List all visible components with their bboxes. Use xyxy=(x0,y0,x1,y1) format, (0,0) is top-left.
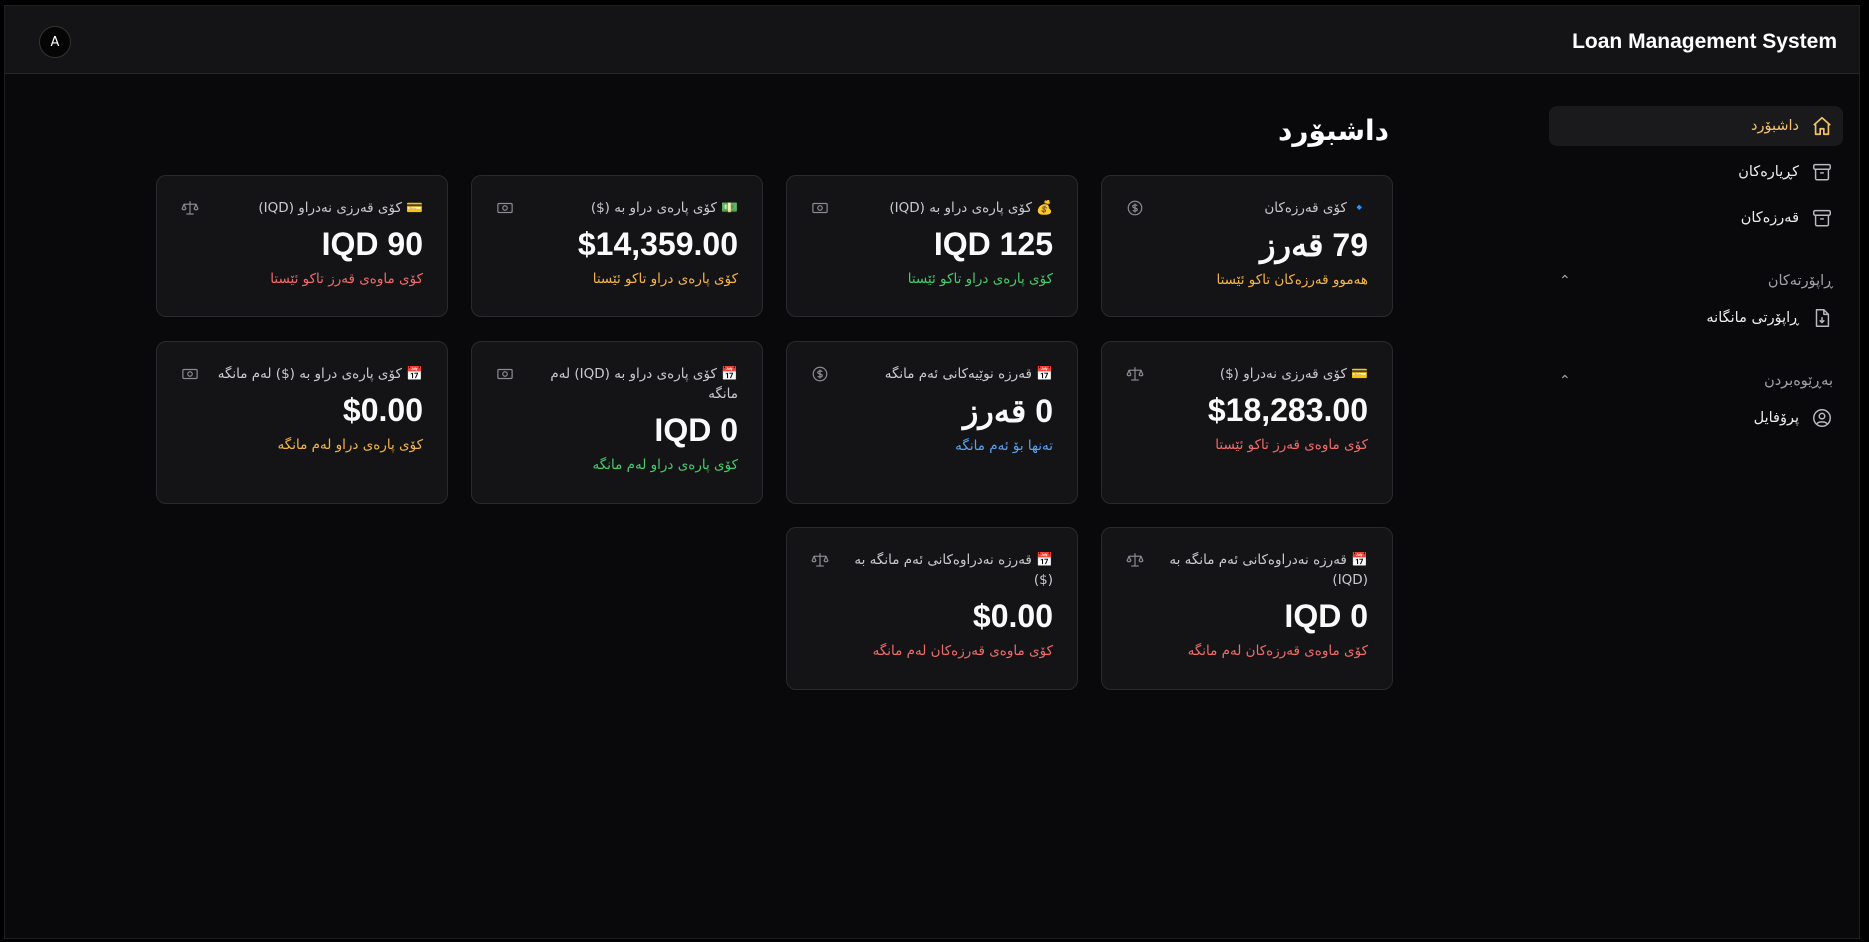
page-title: داشبۆرد xyxy=(1278,114,1389,147)
scale-icon xyxy=(1126,551,1144,569)
card-subtitle: کۆی ماوەی قەرزەکان لەم مانگە xyxy=(872,643,1053,659)
card-paid-iqd-month: 📅 کۆی پارەی دراو بە (IQD) لەم مانگە IQD 0… xyxy=(471,341,763,504)
card-value: IQD 125 xyxy=(933,226,1053,262)
card-unpaid-usd: 💳 کۆی قەرزی نەدراو ($) $18,283.00 کۆی ماوە… xyxy=(1101,341,1393,504)
card-new-loans-month: 📅 قەرزە نوێیەکانی ئەم مانگە 0 قەرز تەنها ب… xyxy=(786,341,1078,504)
card-title: 📅 کۆی پارەی دراو بە ($) لەم مانگە xyxy=(217,366,423,382)
money-bill-icon xyxy=(496,365,514,383)
scale-icon xyxy=(1126,365,1144,383)
card-header: 📅 قەرزە نەدراوەکانی ئەم مانگە بە (IQD) xyxy=(1126,550,1368,590)
card-title: 📅 قەرزە نوێیەکانی ئەم مانگە xyxy=(884,366,1053,382)
card-header: 📅 کۆی پارەی دراو بە (IQD) لەم مانگە xyxy=(496,364,738,404)
card-paid-usd-month: 📅 کۆی پارەی دراو بە ($) لەم مانگە $0.00 کۆ… xyxy=(156,341,448,504)
card-title: 💰 کۆی پارەی دراو بە (IQD) xyxy=(889,200,1053,216)
dollar-circle-icon xyxy=(1126,199,1144,217)
card-subtitle: هەموو قەرزەکان تاکو ئێستا xyxy=(1216,272,1368,288)
card-unpaid-usd-month: 📅 قەرزە نەدراوەکانی ئەم مانگە بە ($) $0.0… xyxy=(786,527,1078,690)
sidebar: داشبۆرد کڕیارەکان قەرزەکان ڕاپۆرتەکان ⌃ … xyxy=(1549,106,1843,444)
card-unpaid-iqd-month: 📅 قەرزە نەدراوەکانی ئەم مانگە بە (IQD) IQ… xyxy=(1101,527,1393,690)
card-paid-usd: 💵 کۆی پارەی دراو بە ($) $14,359.00 کۆی پار… xyxy=(471,175,763,317)
sidebar-item-label: ڕاپۆرتی مانگانە xyxy=(1706,310,1799,326)
user-circle-icon xyxy=(1813,409,1831,427)
card-subtitle: کۆی پارەی دراو تاکو ئێستا xyxy=(907,271,1053,287)
sidebar-item-label: کڕیارەکان xyxy=(1738,164,1799,180)
card-header: 🔹 کۆی قەرزەکان xyxy=(1126,198,1368,218)
card-subtitle: کۆی ماوەی قەرز تاکو ئێستا xyxy=(270,271,423,287)
card-header: 📅 قەرزە نوێیەکانی ئەم مانگە xyxy=(811,364,1053,384)
money-bill-icon xyxy=(496,199,514,217)
card-title: 💳 کۆی قەرزی نەدراو ($) xyxy=(1219,366,1368,382)
card-subtitle: کۆی ماوەی قەرزەکان لەم مانگە xyxy=(1187,643,1368,659)
sidebar-item-profile[interactable]: پرۆفایل xyxy=(1549,398,1843,438)
card-subtitle: تەنها بۆ ئەم مانگە xyxy=(955,438,1053,454)
card-header: 📅 کۆی پارەی دراو بە ($) لەم مانگە xyxy=(181,364,423,384)
sidebar-item-loans[interactable]: قەرزەکان xyxy=(1549,198,1843,238)
sidebar-item-label: پرۆفایل xyxy=(1753,410,1799,426)
card-subtitle: کۆی پارەی دراو تاکو ئێستا xyxy=(592,271,738,287)
sidebar-item-customers[interactable]: کڕیارەکان xyxy=(1549,152,1843,192)
archive-icon xyxy=(1813,209,1831,227)
card-paid-iqd: 💰 کۆی پارەی دراو بە (IQD) IQD 125 کۆی پارە… xyxy=(786,175,1078,317)
avatar[interactable]: A xyxy=(39,26,71,58)
app-window: A Loan Management System داشبۆرد داشبۆرد… xyxy=(4,5,1860,939)
card-header: 💵 کۆی پارەی دراو بە ($) xyxy=(496,198,738,218)
file-download-icon xyxy=(1815,309,1830,327)
card-title: 💳 کۆی قەرزی نەدراو (IQD) xyxy=(258,200,423,216)
card-subtitle: کۆی پارەی دراو لەم مانگە xyxy=(277,437,423,453)
card-value: 0 قەرز xyxy=(962,393,1053,429)
card-value: IQD 90 xyxy=(321,226,423,262)
card-title: 🔹 کۆی قەرزەکان xyxy=(1264,200,1368,216)
card-value: IQD 0 xyxy=(654,412,738,448)
card-value: $14,359.00 xyxy=(577,226,738,262)
nav-group-label: بەڕێوەبردن xyxy=(1764,373,1833,389)
scale-icon xyxy=(181,199,199,217)
sidebar-item-dashboard[interactable]: داشبۆرد xyxy=(1549,106,1843,146)
scale-icon xyxy=(811,551,829,569)
card-value: $0.00 xyxy=(972,598,1053,634)
card-title: 📅 کۆی پارەی دراو بە (IQD) لەم مانگە xyxy=(550,366,738,402)
sidebar-item-monthly-report[interactable]: ڕاپۆرتی مانگانە xyxy=(1549,298,1843,338)
card-title: 📅 قەرزە نەدراوەکانی ئەم مانگە بە ($) xyxy=(854,552,1053,588)
nav-group-reports[interactable]: ڕاپۆرتەکان ⌃ xyxy=(1549,264,1843,298)
chevron-up-icon: ⌃ xyxy=(1559,273,1571,289)
app-title: Loan Management System xyxy=(1572,30,1837,53)
chevron-up-icon: ⌃ xyxy=(1559,373,1571,389)
card-value: $0.00 xyxy=(342,392,423,428)
card-title: 💵 کۆی پارەی دراو بە ($) xyxy=(590,200,738,216)
card-header: 📅 قەرزە نەدراوەکانی ئەم مانگە بە ($) xyxy=(811,550,1053,590)
money-bill-icon xyxy=(181,365,199,383)
sidebar-item-label: قەرزەکان xyxy=(1740,210,1799,226)
card-value: $18,283.00 xyxy=(1207,392,1368,428)
card-subtitle: کۆی ماوەی قەرز تاکو ئێستا xyxy=(1215,437,1368,453)
card-value: IQD 0 xyxy=(1284,598,1368,634)
card-header: 💰 کۆی پارەی دراو بە (IQD) xyxy=(811,198,1053,218)
card-title: 📅 قەرزە نەدراوەکانی ئەم مانگە بە (IQD) xyxy=(1169,552,1368,588)
money-bill-icon xyxy=(811,199,829,217)
archive-icon xyxy=(1813,163,1831,181)
top-header: A Loan Management System xyxy=(5,6,1859,74)
dollar-circle-icon xyxy=(811,365,829,383)
nav-group-label: ڕاپۆرتەکان xyxy=(1767,273,1833,289)
card-subtitle: کۆی پارەی دراو لەم مانگە xyxy=(592,457,738,473)
card-total-loans: 🔹 کۆی قەرزەکان 79 قەرز هەموو قەرزەکان تاکو… xyxy=(1101,175,1393,317)
nav-group-management[interactable]: بەڕێوەبردن ⌃ xyxy=(1549,364,1843,398)
card-value: 79 قەرز xyxy=(1260,227,1368,263)
home-icon xyxy=(1813,116,1831,136)
sidebar-item-label: داشبۆرد xyxy=(1751,118,1799,134)
card-header: 💳 کۆی قەرزی نەدراو ($) xyxy=(1126,364,1368,384)
card-header: 💳 کۆی قەرزی نەدراو (IQD) xyxy=(181,198,423,218)
card-unpaid-iqd: 💳 کۆی قەرزی نەدراو (IQD) IQD 90 کۆی ماوەی … xyxy=(156,175,448,317)
